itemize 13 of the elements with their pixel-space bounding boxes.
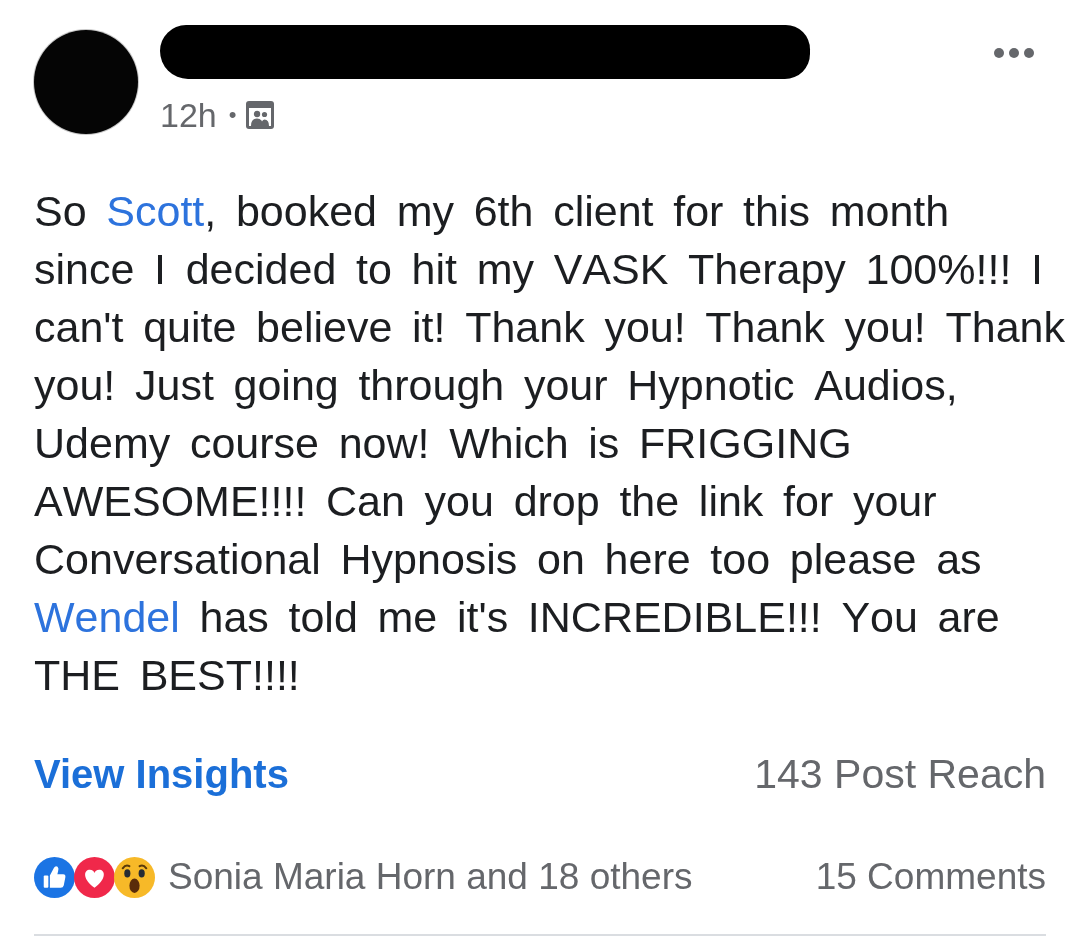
group-icon [246,101,275,129]
mention-link[interactable]: Wendel [34,593,180,641]
post-text: So Scott, booked my 6th client for this month since I decided to hit my VASK Therapy 100%!!! I can't quite believe it! Thank you! Thank you! Thank you! Just going through your Hypnotic Audios, Udemy course now! Which is FRIGGING AWESOME!!!! Can you drop the link for your Conversational Hypnosis on here too please as Wendel has told me it's INCREDIBLE!!! You are THE BEST!!!! [34,186,1066,701]
comments-count[interactable]: 15 Comments [815,856,1046,898]
post-reach-count: 143 Post Reach [754,750,1046,798]
reactions-summary[interactable]: Sonia Maria Horn and 18 others [168,856,693,898]
separator-dot: • [228,101,237,129]
view-insights-link[interactable]: View Insights [34,751,289,797]
mention-link[interactable]: Scott [106,187,205,235]
more-options-icon[interactable] [994,48,1034,58]
thumbs-up-icon[interactable] [34,856,75,898]
post-time[interactable]: 12h [160,97,217,133]
surprised-face-icon[interactable] [114,856,155,898]
